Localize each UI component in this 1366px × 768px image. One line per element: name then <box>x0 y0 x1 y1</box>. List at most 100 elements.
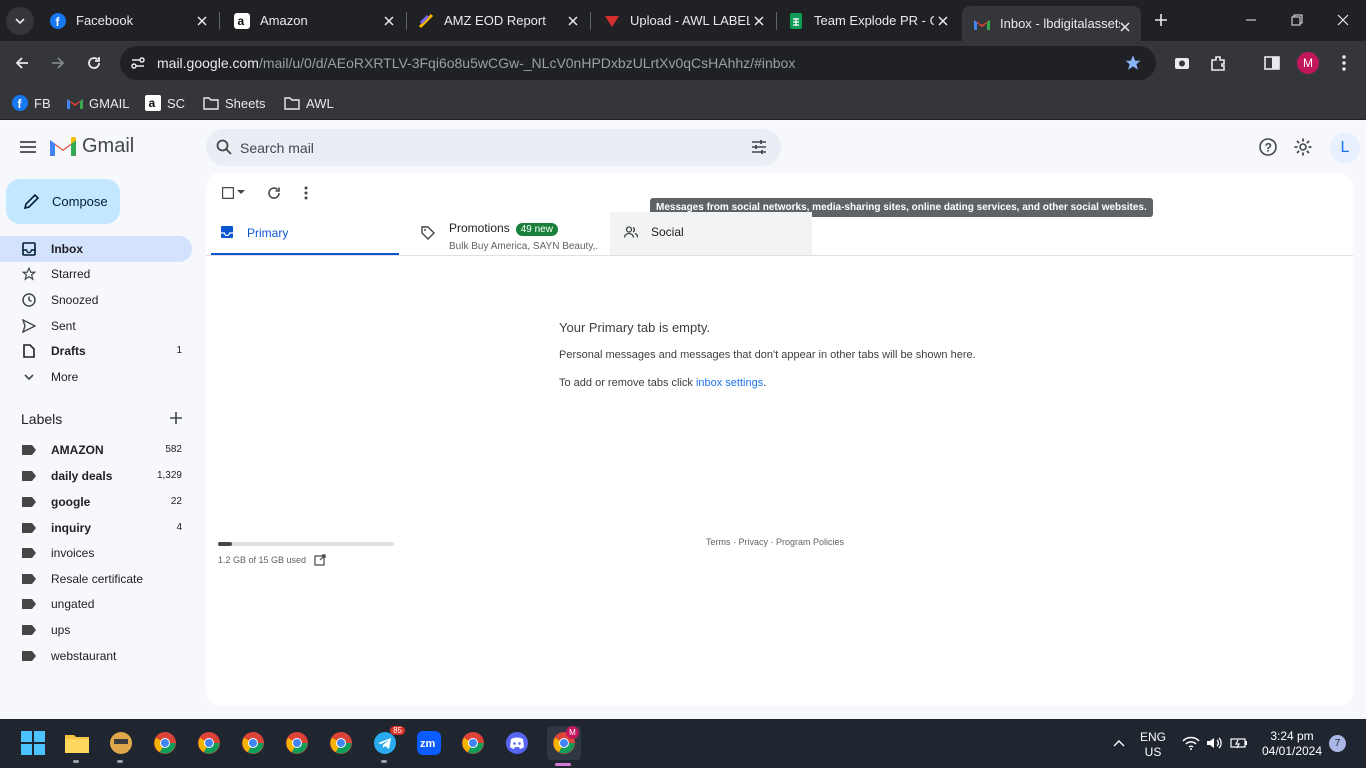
label-item[interactable]: Resale certificate <box>0 566 192 592</box>
taskbar-zoom[interactable]: zm <box>415 729 443 757</box>
label-item[interactable]: daily deals 1,329 <box>0 463 192 489</box>
label-item[interactable]: webstaurant <box>0 643 192 669</box>
close-icon[interactable] <box>1117 19 1133 35</box>
side-panel-button[interactable] <box>1258 49 1286 77</box>
taskbar-chrome-4[interactable] <box>283 729 311 757</box>
label-tag-icon <box>21 596 37 612</box>
bookmark-star-icon[interactable] <box>1124 54 1142 77</box>
close-icon[interactable] <box>381 13 397 29</box>
language-indicator[interactable]: ENG US <box>1139 730 1167 760</box>
tab-gmail-inbox[interactable]: Inbox - lbdigitalassets <box>962 6 1141 41</box>
label-item[interactable]: ups <box>0 617 192 643</box>
tab-label: Social <box>651 225 684 239</box>
file-explorer-button[interactable] <box>63 729 91 757</box>
footer-links[interactable]: Terms · Privacy · Program Policies <box>706 537 844 547</box>
tab-amz-eod-report[interactable]: AMZ EOD Report <box>406 0 589 41</box>
forward-button[interactable] <box>44 49 72 77</box>
search-options-icon[interactable] <box>751 139 767 160</box>
tab-social[interactable]: Social <box>610 212 812 256</box>
select-dropdown-icon[interactable] <box>234 183 248 203</box>
label-name: Resale certificate <box>51 572 144 586</box>
back-button[interactable] <box>8 49 36 77</box>
site-info-icon[interactable] <box>128 53 148 73</box>
inbox-settings-link[interactable]: inbox settings <box>696 377 763 389</box>
tab-upload-awl-label[interactable]: Upload - AWL LABEL <box>592 0 775 41</box>
label-item[interactable]: google 22 <box>0 489 192 515</box>
chrome-menu-button[interactable] <box>1330 49 1358 77</box>
battery-icon[interactable] <box>1225 729 1253 757</box>
label-item[interactable]: ungated <box>0 591 192 617</box>
tab-promotions[interactable]: Promotions 49 new Bulk Buy America, SAYN … <box>405 212 605 256</box>
support-button[interactable]: ? <box>1256 135 1280 159</box>
sheets-icon <box>788 12 804 29</box>
search-bar[interactable] <box>206 129 781 166</box>
taskbar-chrome-3[interactable] <box>239 729 267 757</box>
search-input[interactable] <box>240 137 730 159</box>
tab-search-button[interactable] <box>6 7 34 35</box>
tab-amazon[interactable]: a Amazon <box>222 0 405 41</box>
profile-button[interactable]: M <box>1294 49 1322 77</box>
nav-drafts[interactable]: Drafts 1 <box>0 338 192 364</box>
tab-title: Amazon <box>260 13 308 28</box>
gmail-logo[interactable]: Gmail <box>50 135 134 158</box>
search-icon[interactable] <box>216 139 232 160</box>
taskbar-discord[interactable] <box>503 729 531 757</box>
tab-facebook[interactable]: f Facebook <box>38 0 218 41</box>
refresh-button[interactable] <box>264 183 284 203</box>
close-icon[interactable] <box>194 13 210 29</box>
storage-text: 1.2 GB of 15 GB used <box>218 555 307 565</box>
taskbar-chrome-active[interactable]: M <box>547 726 581 760</box>
address-bar[interactable]: mail.google.com/mail/u/0/d/AEoRXRTLV-3Fq… <box>120 46 1156 80</box>
open-external-icon[interactable] <box>314 554 326 566</box>
language-code: ENG <box>1139 730 1166 744</box>
notification-count-badge[interactable]: 7 <box>1329 735 1346 752</box>
label-item[interactable]: inquiry 4 <box>0 515 192 541</box>
nav-snoozed[interactable]: Snoozed <box>0 287 192 313</box>
tab-primary[interactable]: Primary <box>211 212 399 256</box>
restore-button[interactable] <box>1282 6 1312 34</box>
tray-overflow-button[interactable] <box>1105 729 1133 757</box>
taskbar-telegram[interactable]: 85 <box>371 726 405 757</box>
clock-date: 04/01/2024 <box>1261 744 1323 758</box>
bookmark-fb[interactable]: f FB <box>12 92 51 114</box>
gmail-icon <box>50 136 76 156</box>
close-icon[interactable] <box>751 13 767 29</box>
reload-button[interactable] <box>80 49 108 77</box>
start-button[interactable] <box>19 729 47 757</box>
main-menu-button[interactable] <box>14 133 42 161</box>
close-icon[interactable] <box>565 13 581 29</box>
extensions-button[interactable] <box>1204 49 1232 77</box>
taskbar-chrome-5[interactable] <box>327 729 355 757</box>
window-close-button[interactable] <box>1328 6 1358 34</box>
bookmark-folder-sheets[interactable]: Sheets <box>203 92 265 114</box>
bookmark-sc[interactable]: a SC <box>145 92 185 114</box>
clock[interactable]: 3:24 pm 04/01/2024 <box>1256 729 1328 759</box>
nav-starred[interactable]: Starred <box>0 261 192 287</box>
tab-title: Upload - AWL LABEL <box>630 13 750 28</box>
close-icon[interactable] <box>935 13 951 29</box>
account-avatar[interactable]: L <box>1330 133 1360 163</box>
minimize-button[interactable] <box>1236 6 1266 34</box>
compose-button[interactable]: Compose <box>6 179 120 224</box>
taskbar-chrome-1[interactable] <box>151 729 179 757</box>
nav-more[interactable]: More <box>0 364 192 390</box>
taskbar-app-character[interactable] <box>107 729 135 757</box>
new-tab-button[interactable] <box>1146 6 1176 34</box>
bookmark-gmail[interactable]: GMAIL <box>67 92 129 114</box>
create-label-button[interactable] <box>169 411 185 427</box>
more-options-button[interactable] <box>296 183 316 203</box>
label-item[interactable]: AMAZON 582 <box>0 437 192 463</box>
send-icon <box>21 318 37 334</box>
bookmark-folder-awl[interactable]: AWL <box>284 92 334 114</box>
taskbar-chrome-2[interactable] <box>195 729 223 757</box>
windows-taskbar: 85 zm M ENG US 3:24 pm 04/01/2024 7 <box>0 719 1366 768</box>
settings-prefix: To add or remove tabs click <box>559 377 696 389</box>
nav-label: Sent <box>51 319 76 333</box>
cast-button[interactable] <box>1168 49 1196 77</box>
nav-inbox[interactable]: Inbox <box>0 236 192 262</box>
settings-button[interactable] <box>1291 135 1315 159</box>
taskbar-chrome-6[interactable] <box>459 729 487 757</box>
label-item[interactable]: invoices <box>0 540 192 566</box>
nav-sent[interactable]: Sent <box>0 313 192 339</box>
tab-team-explode-pr[interactable]: Team Explode PR - Go <box>776 0 959 41</box>
